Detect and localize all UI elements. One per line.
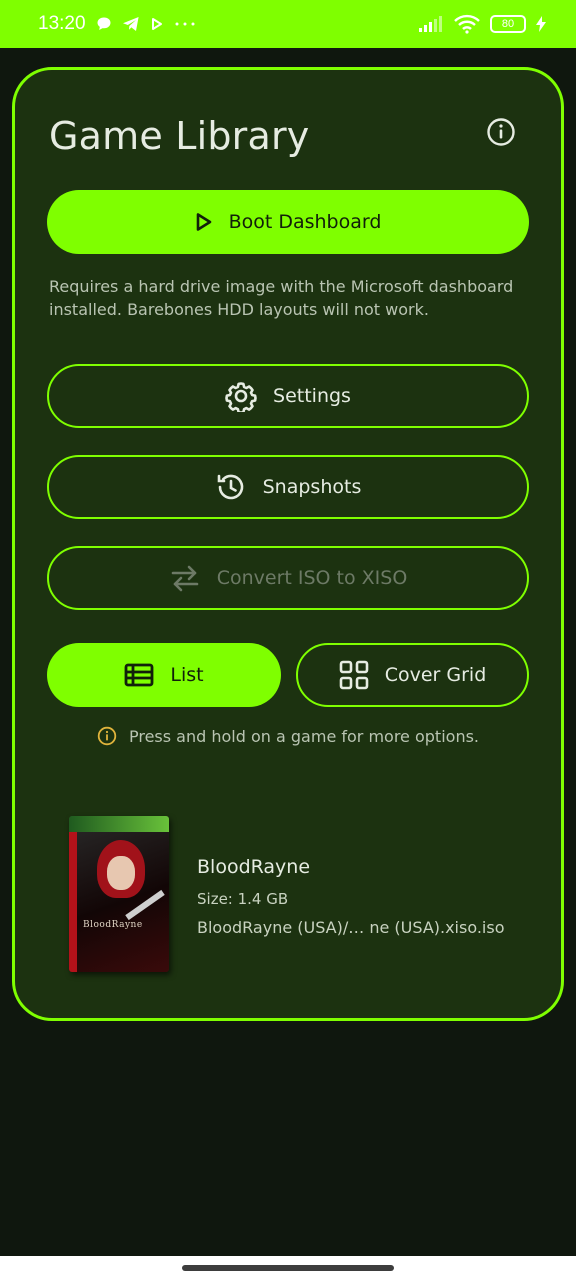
cover-grid-label: Cover Grid	[384, 664, 487, 686]
more-dots-icon	[174, 21, 196, 27]
game-path: BloodRayne (USA)/… ne (USA).xiso.iso	[197, 918, 505, 937]
page-title: Game Library	[49, 114, 310, 158]
convert-iso-button[interactable]: Convert ISO to XISO	[47, 546, 529, 610]
wifi-icon	[454, 14, 480, 34]
signal-icon	[418, 16, 444, 32]
cover-grid-button[interactable]: Cover Grid	[296, 643, 529, 707]
info-icon	[487, 118, 515, 146]
game-size: Size: 1.4 GB	[197, 890, 289, 908]
hint-row: Press and hold on a game for more option…	[15, 726, 561, 746]
list-view-button[interactable]: List	[47, 643, 281, 707]
status-bar-right: 80	[418, 14, 546, 34]
info-icon	[97, 726, 117, 746]
telegram-icon	[122, 16, 140, 32]
status-bar-left: 13:20	[38, 13, 196, 35]
cover-header-band	[69, 816, 169, 832]
game-cover-image: BloodRayne	[69, 816, 169, 972]
cover-spine	[69, 832, 77, 972]
hint-text: Press and hold on a game for more option…	[128, 726, 479, 746]
battery-icon: 80	[490, 15, 526, 33]
cover-title-text: BloodRayne	[83, 920, 143, 930]
boot-dashboard-label: Boot Dashboard	[228, 211, 382, 233]
charging-bolt-icon	[536, 16, 546, 32]
grid-icon	[339, 660, 369, 690]
home-gesture-handle[interactable]	[182, 1265, 394, 1271]
cover-art-face	[107, 856, 135, 890]
status-time: 13:20	[38, 13, 86, 34]
snapshots-label: Snapshots	[262, 476, 362, 498]
game-library-card: Game Library Boot Dashboard Requires a h…	[12, 67, 564, 1021]
status-bar: 13:20 80	[0, 0, 576, 48]
boot-description: Requires a hard drive image with the Mic…	[49, 277, 514, 319]
chat-bubble-icon	[96, 16, 112, 32]
history-icon	[217, 474, 243, 500]
swap-arrows-icon	[171, 565, 199, 592]
list-icon	[124, 663, 154, 687]
game-title: BloodRayne	[197, 856, 311, 878]
boot-dashboard-button[interactable]: Boot Dashboard	[47, 190, 529, 254]
snapshots-button[interactable]: Snapshots	[47, 455, 529, 519]
gear-icon	[225, 382, 257, 412]
settings-button[interactable]: Settings	[47, 364, 529, 428]
convert-iso-label: Convert ISO to XISO	[216, 567, 408, 589]
settings-label: Settings	[273, 385, 351, 407]
play-icon	[150, 17, 164, 31]
list-item[interactable]: BloodRayne BloodRayne Size: 1.4 GB Blood…	[45, 810, 535, 972]
info-button[interactable]	[483, 114, 519, 150]
list-view-label: List	[170, 664, 204, 686]
play-outline-icon	[196, 213, 211, 231]
